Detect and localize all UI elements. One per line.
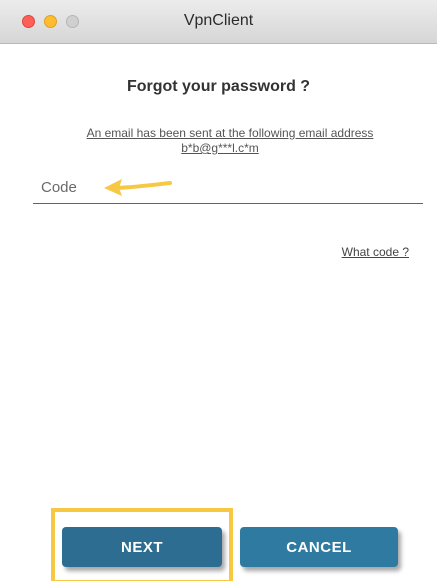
- page-title: Forgot your password ?: [126, 78, 311, 95]
- window-title: VpnClient: [183, 12, 254, 29]
- titlebar: VpnClient: [0, 0, 437, 44]
- annotation-arrow-icon: [104, 179, 172, 196]
- cancel-button[interactable]: CANCEL: [240, 527, 398, 567]
- what-code-link[interactable]: What code ?: [342, 245, 409, 259]
- vpn-client-window: VpnClient Forgot your password ? An emai…: [0, 0, 437, 581]
- code-input[interactable]: [33, 172, 423, 204]
- next-button[interactable]: NEXT: [62, 527, 222, 567]
- email-sent-notice: An email has been sent at the following …: [86, 126, 374, 140]
- masked-email-address: b*b@g***l.c*m: [181, 141, 259, 155]
